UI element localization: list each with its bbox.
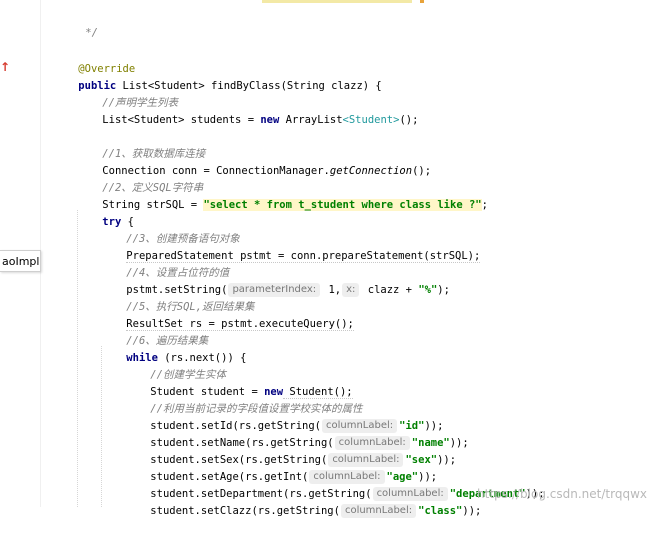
code-text: ); bbox=[437, 284, 450, 296]
generic-type: <Student> bbox=[342, 114, 400, 126]
code-line: try { bbox=[77, 197, 134, 228]
code-line: public List<Student> findByClass(String … bbox=[53, 61, 381, 92]
code-line: student.setDepartment(rs.getString(colum… bbox=[125, 469, 545, 501]
code-line: //利用当前记录的字段值设置学校实体的属性 bbox=[125, 384, 362, 415]
parameter-hint: columnLabel: bbox=[340, 504, 417, 518]
string-literal: "%" bbox=[418, 284, 438, 296]
code-line: pstmt.setString(parameterIndex: 1, x: cla… bbox=[101, 265, 450, 297]
code-area[interactable]: */ @Override public List<Student> findBy… bbox=[0, 0, 655, 518]
indent-guide bbox=[77, 210, 79, 507]
code-text: List<Student> students = bbox=[102, 114, 261, 126]
code-line: Connection conn = ConnectionManager.getC… bbox=[77, 146, 431, 177]
code-line: //4、设置占位符的值 bbox=[101, 248, 229, 279]
parameter-hint: x: bbox=[342, 283, 360, 297]
code-line: //声明学生列表 bbox=[77, 78, 178, 109]
code-line: student.setId(rs.getString(columnLabel: "… bbox=[125, 401, 443, 433]
code-text: )); bbox=[437, 454, 457, 466]
code-line: //1、获取数据库连接 bbox=[77, 129, 205, 160]
code-line: //6、遍历结果集 bbox=[101, 316, 208, 347]
comment: */ bbox=[85, 27, 98, 39]
code-line: student.setAge(rs.getInt(columnLabel: "ag… bbox=[125, 452, 437, 484]
code-line: Student student = new Student(); bbox=[125, 367, 353, 399]
code-line: //创建学生实体 bbox=[125, 350, 226, 381]
code-text: (); bbox=[399, 114, 419, 126]
code-line: student.setSex(rs.getString(columnLabel:… bbox=[125, 435, 456, 467]
code-line: //5、执行SQL,返回结果集 bbox=[101, 282, 254, 313]
code-line: student.setName(rs.getString(columnLabel… bbox=[125, 418, 469, 450]
code-line: ResultSet rs = pstmt.executeQuery(); bbox=[101, 299, 354, 331]
code-line: @Override bbox=[53, 44, 135, 75]
code-line: //2、定义SQL字符串 bbox=[77, 163, 203, 194]
keyword: new bbox=[260, 114, 280, 126]
code-text: ; bbox=[481, 199, 488, 211]
code-line: String strSQL = "select * from t_student… bbox=[77, 180, 488, 211]
code-text: (); bbox=[412, 165, 432, 177]
code-text: ArrayList bbox=[279, 114, 343, 126]
static-call: getConnection bbox=[329, 165, 413, 177]
code-line: PreparedStatement pstmt = conn.prepareSt… bbox=[101, 231, 481, 263]
code-line: List<Student> students = new ArrayList<S… bbox=[77, 95, 418, 126]
code-line: //3、创建预备语句对象 bbox=[101, 214, 239, 245]
class-tab-label[interactable]: aoImpl bbox=[0, 250, 41, 272]
code-text: clazz + bbox=[361, 284, 419, 296]
watermark: https://blog.csdn.net/trqqwx bbox=[477, 487, 647, 501]
code-line: */ bbox=[60, 8, 98, 39]
sql-string: "select * from t_student where class lik… bbox=[203, 199, 482, 211]
code-line: student.setClazz(rs.getString(columnLabe… bbox=[125, 486, 481, 518]
code-text: 1, bbox=[322, 284, 342, 296]
code-line: while (rs.next()) { bbox=[101, 333, 246, 364]
